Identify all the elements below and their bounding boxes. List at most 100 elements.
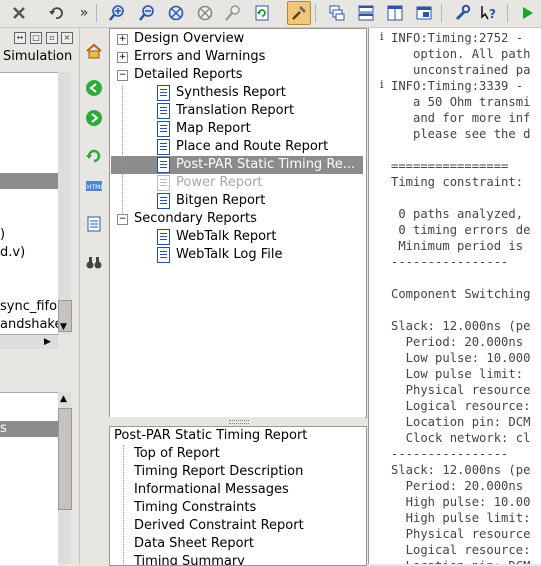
zoom-fit-icon[interactable]: [194, 2, 216, 24]
report-line: INFO:Timing:3339 -: [391, 79, 531, 93]
restore-panel-icon[interactable]: □: [30, 32, 42, 44]
zoom-select-icon[interactable]: [222, 2, 244, 24]
outline-item[interactable]: Timing Summary: [134, 553, 245, 565]
scroll-thumb-lower[interactable]: [58, 408, 72, 510]
tree-report-item[interactable]: Place and Route Report: [176, 138, 328, 156]
binoculars-icon[interactable]: [84, 252, 104, 272]
report-document-icon: [157, 157, 170, 173]
report-document-icon: [157, 175, 170, 191]
report-line: Clock network: cl: [391, 431, 531, 445]
tree-report-item[interactable]: Map Report: [176, 120, 251, 138]
outline-item[interactable]: Timing Constraints: [134, 499, 256, 517]
report-line: High pulse: 10.00: [391, 495, 531, 509]
svg-text:?: ?: [489, 7, 496, 21]
hierarchy-item[interactable]: sync_fifo: [0, 299, 57, 314]
refresh-icon[interactable]: [251, 2, 273, 24]
report-line: unconstrained pa: [391, 63, 531, 77]
settings-wrench-icon[interactable]: [451, 2, 473, 24]
report-document-icon: [157, 247, 170, 263]
hierarchy-tree: ) d.v) sync_fifo andshake: [0, 72, 59, 335]
back-arrow-icon[interactable]: [84, 78, 104, 98]
scroll-down-icon[interactable]: ▼: [60, 322, 67, 332]
float-panel-icon[interactable]: ↔: [14, 32, 26, 44]
hierarchy-item[interactable]: andshake: [0, 317, 58, 332]
report-document-icon: [157, 229, 170, 245]
tree-report-item[interactable]: WebTalk Report: [176, 228, 276, 246]
outline-item[interactable]: Top of Report: [134, 445, 220, 463]
cascade-windows-icon[interactable]: [326, 2, 348, 24]
hierarchy-item[interactable]: ): [0, 227, 5, 242]
report-line: Component Switching: [391, 287, 531, 301]
vertical-scrollbar-lower[interactable]: ▲: [58, 392, 72, 564]
overflow-chevron-icon[interactable]: »: [78, 2, 90, 24]
report-line: 0 paths analyzed,: [391, 207, 524, 221]
selected-process-row[interactable]: s: [0, 421, 58, 437]
outline-item[interactable]: Derived Constraint Report: [134, 517, 304, 535]
tile-horizontal-icon[interactable]: [355, 2, 377, 24]
tree-expander-icon[interactable]: +: [117, 34, 128, 45]
scroll-right-icon[interactable]: ▶: [44, 337, 51, 347]
tree-report-item[interactable]: Translation Report: [176, 102, 294, 120]
report-line: ----------------: [391, 255, 509, 269]
tree-expander-icon[interactable]: −: [117, 214, 128, 225]
outline-guide: [123, 445, 125, 565]
help-icon[interactable]: ?: [478, 2, 500, 24]
scroll-up-icon[interactable]: ▲: [60, 394, 67, 404]
info-marker-icon: i: [380, 30, 384, 43]
forward-arrow-icon[interactable]: [84, 108, 104, 128]
report-outline: Post-PAR Static Timing Report Top of Rep…: [109, 426, 367, 566]
report-line: 0 timing errors de: [391, 223, 531, 237]
tree-category[interactable]: Design Overview: [134, 30, 244, 48]
selected-row[interactable]: [0, 173, 58, 189]
tree-report-item[interactable]: Power Report: [176, 174, 263, 192]
report-line: Low pulse: 10.000: [391, 351, 531, 365]
tree-report-item[interactable]: Synthesis Report: [176, 84, 286, 102]
outline-item[interactable]: Data Sheet Report: [134, 535, 254, 553]
zoom-full-icon[interactable]: [165, 2, 187, 24]
outline-item[interactable]: Informational Messages: [134, 481, 289, 499]
tree-category[interactable]: Detailed Reports: [134, 66, 243, 84]
tool-active-icon[interactable]: [287, 1, 311, 25]
close-icon[interactable]: [8, 2, 30, 24]
simulation-view-tab[interactable]: Simulation: [0, 47, 74, 69]
svg-text:HTML: HTML: [87, 184, 103, 191]
close-panel-icon[interactable]: ×: [61, 32, 73, 44]
tile-vertical-icon[interactable]: [384, 2, 406, 24]
tree-expander-icon[interactable]: +: [117, 52, 128, 63]
pane-splitter[interactable]: [109, 417, 365, 425]
hierarchy-item[interactable]: d.v): [0, 245, 25, 260]
main-toolbar: » ?: [0, 0, 541, 28]
report-line: option. All path: [391, 47, 531, 61]
horizontal-scrollbar[interactable]: ▶: [0, 334, 58, 349]
tree-report-item[interactable]: Post-PAR Static Timing Re...: [176, 156, 355, 174]
checklist-icon[interactable]: [84, 214, 104, 234]
report-line: Logical resource:: [391, 543, 531, 557]
report-line: a 50 Ohm transmi: [391, 95, 531, 109]
zoom-in-icon[interactable]: [106, 2, 128, 24]
design-home-icon[interactable]: [84, 41, 104, 61]
outline-item[interactable]: Timing Report Description: [134, 463, 303, 481]
splitter-grip[interactable]: [229, 420, 249, 424]
report-line: Low pulse limit:: [391, 367, 531, 381]
tree-report-item[interactable]: Bitgen Report: [176, 192, 265, 210]
report-line: ----------------: [391, 447, 509, 461]
report-text-view[interactable]: i INFO:Timing:2752 - option. All path unc…: [368, 28, 541, 564]
zoom-out-icon[interactable]: [136, 2, 158, 24]
html-report-icon[interactable]: HTML: [84, 176, 104, 196]
report-document-icon: [157, 121, 170, 137]
tree-category[interactable]: Secondary Reports: [134, 210, 257, 228]
simulation-tab-label: Simulation: [3, 49, 73, 64]
refresh-green-icon[interactable]: [84, 146, 104, 166]
report-line: Logical resource:: [391, 399, 531, 413]
report-line: INFO:Timing:2752 -: [391, 31, 531, 45]
tree-report-item[interactable]: WebTalk Log File: [176, 246, 282, 264]
tree-guide-line: [122, 86, 124, 213]
tree-expander-icon[interactable]: −: [117, 70, 128, 81]
tree-category[interactable]: Errors and Warnings: [134, 48, 265, 66]
report-navigation-strip: HTML: [79, 28, 108, 564]
undo-icon[interactable]: [45, 2, 67, 24]
vertical-scrollbar[interactable]: ▼: [58, 72, 72, 334]
run-icon[interactable]: [516, 2, 538, 24]
maximize-panel-icon[interactable]: ▫: [46, 32, 58, 44]
floating-window-icon[interactable]: [413, 2, 435, 24]
